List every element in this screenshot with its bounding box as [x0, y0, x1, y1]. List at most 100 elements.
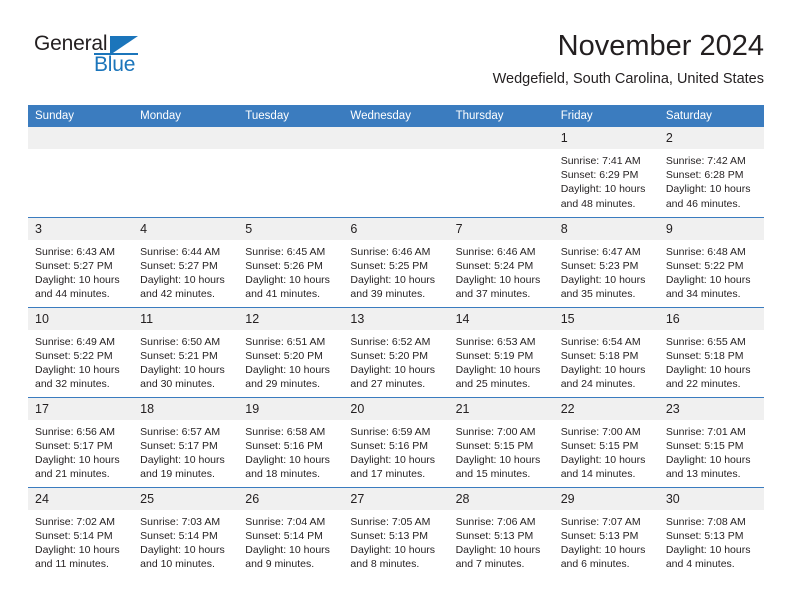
sunrise-text: Sunrise: 7:00 AM: [455, 425, 536, 438]
calendar-day-cell[interactable]: 17 Sunrise: 6:56 AM Sunset: 5:17 PM Dayligh…: [28, 396, 134, 487]
daylight-text-cont: and 22 minutes.: [665, 378, 741, 391]
sunset-text: Sunset: 5:14 PM: [35, 529, 113, 542]
sunset-text: Sunset: 5:23 PM: [560, 259, 639, 272]
day-cell-content: [343, 127, 449, 217]
sunset-text: Sunset: 5:16 PM: [350, 439, 429, 452]
day-cell-content: [133, 127, 239, 217]
day-sun-info: Sunrise: 7:07 AM Sunset: 5:13 PM Daylight:…: [554, 510, 659, 572]
calendar-day-cell[interactable]: 9 Sunrise: 6:48 AM Sunset: 5:22 PM Daylight…: [658, 216, 764, 307]
calendar-day-cell[interactable]: 22 Sunrise: 7:00 AM Sunset: 5:15 PM Dayligh…: [553, 396, 659, 487]
calendar-day-cell[interactable]: 7 Sunrise: 6:46 AM Sunset: 5:24 PM Daylight…: [448, 216, 554, 307]
day-sun-info: Sunrise: 6:54 AM Sunset: 5:18 PM Daylight:…: [554, 330, 659, 392]
day-sun-info: [133, 149, 238, 154]
sunset-text: Sunset: 5:22 PM: [35, 349, 113, 362]
calendar-cell-empty: [238, 127, 344, 217]
day-number: 17: [28, 397, 134, 420]
day-number: [133, 127, 239, 149]
calendar-day-cell[interactable]: 21 Sunrise: 7:00 AM Sunset: 5:15 PM Dayligh…: [448, 396, 554, 487]
sunrise-text: Sunrise: 7:42 AM: [665, 155, 746, 167]
daylight-text-cont: and 44 minutes.: [35, 288, 110, 301]
calendar-day-cell[interactable]: 20 Sunrise: 6:59 AM Sunset: 5:16 PM Dayligh…: [343, 396, 449, 487]
day-cell-content: 28 Sunrise: 7:06 AM Sunset: 5:13 PM Dayligh…: [448, 487, 554, 578]
sunset-text: Sunset: 5:16 PM: [245, 439, 323, 452]
calendar-day-cell[interactable]: 13 Sunrise: 6:52 AM Sunset: 5:20 PM Dayligh…: [343, 306, 449, 397]
day-cell-content: 10 Sunrise: 6:49 AM Sunset: 5:22 PM Dayligh…: [28, 307, 134, 397]
calendar-day-cell[interactable]: 14 Sunrise: 6:53 AM Sunset: 5:19 PM Dayligh…: [448, 306, 554, 397]
calendar-body: 1 Sunrise: 7:41 AM Sunset: 6:29 PM Daylight…: [28, 127, 764, 577]
day-cell-content: 24 Sunrise: 7:02 AM Sunset: 5:14 PM Dayligh…: [28, 487, 134, 578]
calendar-day-cell[interactable]: 10 Sunrise: 6:49 AM Sunset: 5:22 PM Dayligh…: [28, 306, 134, 397]
day-sun-info: Sunrise: 6:43 AM Sunset: 5:27 PM Daylight:…: [28, 240, 133, 302]
day-sun-info: Sunrise: 6:48 AM Sunset: 5:22 PM Daylight:…: [659, 240, 764, 302]
weekday-header-friday: Friday: [553, 105, 659, 127]
calendar-day-cell[interactable]: 26 Sunrise: 7:04 AM Sunset: 5:14 PM Dayligh…: [238, 486, 344, 577]
calendar-day-cell[interactable]: 4 Sunrise: 6:44 AM Sunset: 5:27 PM Daylight…: [133, 216, 239, 307]
day-cell-content: 25 Sunrise: 7:03 AM Sunset: 5:14 PM Dayligh…: [133, 487, 239, 578]
day-sun-info: Sunrise: 6:58 AM Sunset: 5:16 PM Daylight:…: [238, 420, 343, 482]
calendar-day-cell[interactable]: 28 Sunrise: 7:06 AM Sunset: 5:13 PM Dayligh…: [448, 486, 554, 578]
sunset-text: Sunset: 5:13 PM: [455, 529, 534, 542]
day-cell-content: 19 Sunrise: 6:58 AM Sunset: 5:16 PM Dayligh…: [238, 397, 344, 487]
calendar-day-cell[interactable]: 18 Sunrise: 6:57 AM Sunset: 5:17 PM Dayligh…: [133, 396, 239, 487]
daylight-text: Daylight: 10 hours: [560, 183, 646, 196]
sunrise-text: Sunrise: 6:47 AM: [560, 245, 641, 258]
sunrise-text: Sunrise: 7:06 AM: [455, 515, 536, 528]
day-sun-info: Sunrise: 6:49 AM Sunset: 5:22 PM Daylight:…: [28, 330, 133, 392]
day-cell-content: 7 Sunrise: 6:46 AM Sunset: 5:24 PM Daylight…: [448, 217, 554, 307]
day-number: 18: [133, 397, 239, 420]
day-number: 29: [553, 487, 659, 510]
general-blue-logo[interactable]: General Blue: [34, 32, 164, 84]
page-header: General Blue November 2024 Wedgefield, S…: [28, 28, 764, 98]
day-number: 5: [238, 217, 344, 240]
calendar-day-cell[interactable]: 29 Sunrise: 7:07 AM Sunset: 5:13 PM Dayligh…: [553, 486, 659, 578]
sunrise-text: Sunrise: 6:52 AM: [350, 335, 431, 348]
calendar-day-cell[interactable]: 8 Sunrise: 6:47 AM Sunset: 5:23 PM Daylight…: [553, 216, 659, 307]
calendar-day-cell[interactable]: 30 Sunrise: 7:08 AM Sunset: 5:13 PM Dayligh…: [658, 486, 764, 577]
calendar-cell-empty: [28, 127, 134, 217]
day-number: 27: [343, 487, 449, 510]
calendar-day-cell[interactable]: 19 Sunrise: 6:58 AM Sunset: 5:16 PM Dayligh…: [238, 396, 344, 487]
calendar-day-cell[interactable]: 6 Sunrise: 6:46 AM Sunset: 5:25 PM Daylight…: [343, 216, 449, 307]
day-number: [28, 127, 134, 149]
day-cell-content: 14 Sunrise: 6:53 AM Sunset: 5:19 PM Dayligh…: [448, 307, 554, 397]
sunset-text: Sunset: 5:26 PM: [245, 259, 323, 272]
day-cell-content: 13 Sunrise: 6:52 AM Sunset: 5:20 PM Dayligh…: [343, 307, 449, 397]
sunrise-text: Sunrise: 7:05 AM: [350, 515, 431, 528]
daylight-text-cont: and 32 minutes.: [35, 378, 110, 391]
daylight-text-cont: and 41 minutes.: [245, 288, 320, 301]
sunrise-text: Sunrise: 7:02 AM: [35, 515, 115, 528]
day-number: 6: [343, 217, 449, 240]
daylight-text-cont: and 13 minutes.: [665, 468, 741, 481]
sunrise-text: Sunrise: 6:51 AM: [245, 335, 326, 348]
calendar-week-row: 3 Sunrise: 6:43 AM Sunset: 5:27 PM Daylight…: [28, 216, 764, 307]
calendar-day-cell[interactable]: 15 Sunrise: 6:54 AM Sunset: 5:18 PM Dayligh…: [553, 306, 659, 397]
calendar-day-cell[interactable]: 5 Sunrise: 6:45 AM Sunset: 5:26 PM Daylight…: [238, 216, 344, 307]
daylight-text-cont: and 15 minutes.: [455, 468, 531, 481]
calendar-day-cell[interactable]: 3 Sunrise: 6:43 AM Sunset: 5:27 PM Daylight…: [28, 216, 134, 307]
calendar-day-cell[interactable]: 24 Sunrise: 7:02 AM Sunset: 5:14 PM Dayligh…: [28, 486, 134, 578]
daylight-text: Daylight: 10 hours: [455, 543, 541, 556]
sunset-text: Sunset: 5:24 PM: [455, 259, 534, 272]
daylight-text: Daylight: 10 hours: [665, 453, 751, 466]
day-number: 25: [133, 487, 239, 510]
daylight-text-cont: and 39 minutes.: [350, 288, 426, 301]
day-cell-content: 3 Sunrise: 6:43 AM Sunset: 5:27 PM Daylight…: [28, 217, 134, 307]
day-number: 20: [343, 397, 449, 420]
daylight-text: Daylight: 10 hours: [560, 363, 646, 376]
day-cell-content: 29 Sunrise: 7:07 AM Sunset: 5:13 PM Dayligh…: [553, 487, 659, 578]
calendar-day-cell[interactable]: 25 Sunrise: 7:03 AM Sunset: 5:14 PM Dayligh…: [133, 486, 239, 578]
day-cell-content: 5 Sunrise: 6:45 AM Sunset: 5:26 PM Daylight…: [238, 217, 344, 307]
calendar-day-cell[interactable]: 1 Sunrise: 7:41 AM Sunset: 6:29 PM Daylight…: [553, 127, 659, 217]
calendar-day-cell[interactable]: 11 Sunrise: 6:50 AM Sunset: 5:21 PM Dayligh…: [133, 306, 239, 397]
day-number: 8: [553, 217, 659, 240]
sunrise-text: Sunrise: 6:46 AM: [350, 245, 431, 258]
calendar-day-cell[interactable]: 16 Sunrise: 6:55 AM Sunset: 5:18 PM Dayligh…: [658, 306, 764, 397]
calendar-day-cell[interactable]: 27 Sunrise: 7:05 AM Sunset: 5:13 PM Dayligh…: [343, 486, 449, 577]
daylight-text-cont: and 21 minutes.: [35, 468, 110, 481]
day-cell-content: 11 Sunrise: 6:50 AM Sunset: 5:21 PM Dayligh…: [133, 307, 239, 397]
calendar-day-cell[interactable]: 2 Sunrise: 7:42 AM Sunset: 6:28 PM Daylight…: [658, 127, 764, 217]
calendar-day-cell[interactable]: 12 Sunrise: 6:51 AM Sunset: 5:20 PM Dayligh…: [238, 306, 344, 397]
calendar-day-cell[interactable]: 23 Sunrise: 7:01 AM Sunset: 5:15 PM Dayligh…: [658, 396, 764, 487]
day-cell-content: 20 Sunrise: 6:59 AM Sunset: 5:16 PM Dayligh…: [343, 397, 449, 487]
day-sun-info: Sunrise: 6:53 AM Sunset: 5:19 PM Daylight:…: [449, 330, 554, 392]
